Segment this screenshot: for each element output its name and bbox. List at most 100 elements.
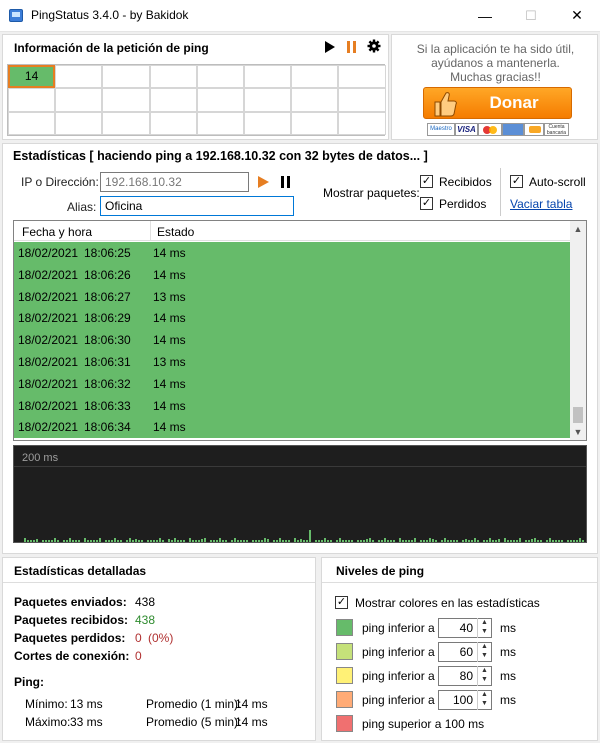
table-row[interactable]: 18/02/2021 18:06:27 13 ms [14,285,570,308]
table-row[interactable]: 18/02/2021 18:06:26 14 ms [14,263,570,286]
graph-bar [531,539,533,542]
table-row[interactable]: 18/02/2021 18:06:32 14 ms [14,372,570,395]
graph-bar [456,540,458,542]
graph-bar [117,540,119,542]
scroll-thumb[interactable] [573,407,583,423]
level-color-swatch[interactable] [336,715,353,732]
table-row[interactable]: 18/02/2021 18:06:34 14 ms [14,416,570,439]
level-color-swatch[interactable] [336,667,353,684]
alias-input[interactable] [100,196,294,216]
start-ping-icon[interactable] [258,176,269,188]
row-date: 18/02/2021 [18,333,79,348]
graph-bar [381,540,383,542]
graph-bar [330,540,332,542]
level-spinner[interactable]: ▲ ▼ [477,642,491,662]
level-label: ping inferior a [362,693,435,707]
clear-table-link[interactable]: Vaciar tabla [510,197,572,211]
level-spinner[interactable]: ▲ ▼ [477,690,491,710]
minimize-button[interactable]: — [462,0,508,31]
graph-bar [204,538,206,542]
graph-bar [210,540,212,542]
spin-down-icon[interactable]: ▼ [478,627,491,637]
scroll-down-icon[interactable]: ▼ [570,424,586,440]
table-row[interactable]: 18/02/2021 18:06:31 13 ms [14,351,570,373]
stop-ping-icon[interactable] [280,176,291,188]
play-icon[interactable] [324,41,336,53]
graph-bar [462,540,464,542]
level-spinner[interactable]: ▲ ▼ [477,666,491,686]
show-colors-checkbox[interactable]: ✓ [335,596,348,609]
ping-grid: 14 [7,64,386,136]
ping-levels-title: Niveles de ping [336,564,425,578]
graph-bar [87,540,89,542]
graph-bar [420,540,422,542]
level-color-swatch[interactable] [336,643,353,660]
level-color-swatch[interactable] [336,619,353,636]
received-checkbox[interactable]: ✓ [420,175,433,188]
row-date: 18/02/2021 [18,311,79,326]
max-value: 33 ms [70,715,103,729]
ping-grid-cell [338,88,386,112]
table-scrollbar[interactable]: ▲ ▼ [570,221,586,440]
maximize-button[interactable]: ☐ [508,0,554,31]
table-row[interactable]: 18/02/2021 18:06:29 14 ms [14,307,570,330]
show-colors-label: Mostrar colores en las estadísticas [355,596,540,610]
pause-icon[interactable] [346,41,358,53]
level-spinner[interactable]: ▲ ▼ [477,618,491,638]
level-color-swatch[interactable] [336,691,353,708]
graph-bar [534,538,536,542]
graph-bar [558,540,560,542]
graph-bar [114,538,116,542]
graph-bar [408,540,410,542]
lost-checkbox[interactable]: ✓ [420,197,433,210]
graph-bar [435,540,437,542]
graph-bar [126,540,128,542]
received-checkbox-label: Recibidos [439,175,492,189]
scroll-up-icon[interactable]: ▲ [570,221,586,237]
graph-bar [318,540,320,542]
table-row[interactable]: 18/02/2021 18:06:30 14 ms [14,329,570,352]
spin-down-icon[interactable]: ▼ [478,651,491,661]
graph-bar [231,540,233,542]
statistics-header: Estadísticas [ haciendo ping a 192.168.1… [13,149,428,163]
graph-bar [414,538,416,542]
graph-bar [342,540,344,542]
graph-bar [99,538,101,542]
spin-down-icon[interactable]: ▼ [478,699,491,709]
graph-bar [411,540,413,542]
table-row[interactable]: 18/02/2021 18:06:33 14 ms [14,394,570,417]
row-date: 18/02/2021 [18,246,79,260]
graph-bar [162,540,164,542]
graph-bar [255,540,257,542]
avg1-value: 14 ms [235,697,268,711]
ping-grid-cell [291,88,339,112]
ip-input[interactable] [100,172,249,192]
graph-bar [507,540,509,542]
graph-bar [258,540,260,542]
autoscroll-checkbox[interactable]: ✓ [510,175,523,188]
graph-bar [246,540,248,542]
spin-down-icon[interactable]: ▼ [478,675,491,685]
table-row[interactable]: 18/02/2021 18:06:25 14 ms [14,242,570,264]
graph-bar [63,540,65,542]
app-icon [9,9,23,22]
donate-button[interactable]: Donar [423,87,572,119]
level-label: ping inferior a [362,645,435,659]
ping-grid-cell [338,111,386,135]
graph-bar [432,539,434,542]
row-time: 18:06:30 [84,333,131,348]
graph-bar [525,540,527,542]
column-separator [150,221,151,241]
graph-bar [33,540,35,542]
graph-bar [582,540,584,542]
graph-bar [399,538,401,542]
ping-grid-cell [196,111,244,135]
gear-icon[interactable] [367,39,381,53]
column-header-status[interactable]: Estado [157,225,194,239]
column-header-datetime[interactable]: Fecha y hora [22,225,92,239]
close-button[interactable]: ✕ [554,0,600,31]
graph-bar [105,540,107,542]
graph-bar [273,540,275,542]
row-time: 18:06:34 [84,420,131,435]
ping-grid-cell [196,88,244,112]
